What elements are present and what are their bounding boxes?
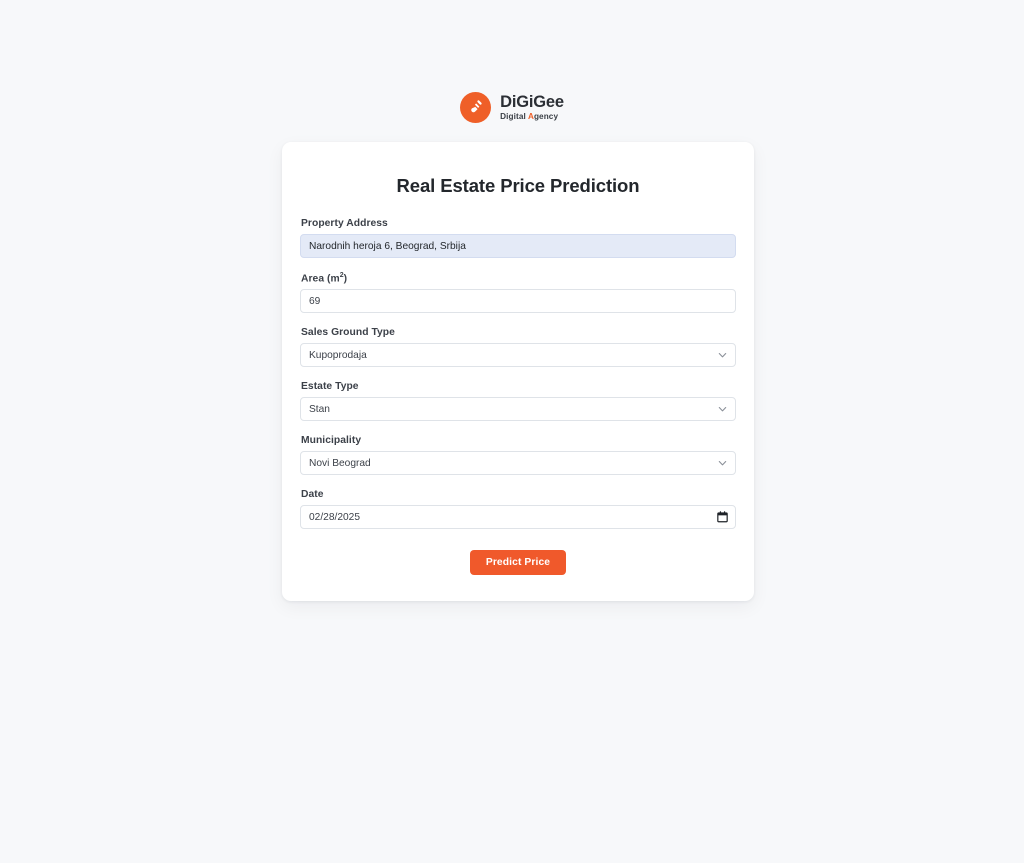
label-sales-ground-type: Sales Ground Type	[301, 327, 395, 339]
field-municipality: Municipality Novi Beograd	[300, 435, 736, 476]
label-date: Date	[301, 489, 324, 501]
calendar-icon[interactable]	[717, 511, 728, 523]
control-property-address	[300, 234, 736, 258]
date-value: 02/28/2025	[309, 511, 360, 523]
field-estate-type: Estate Type Stan	[300, 381, 736, 422]
control-estate-type[interactable]: Stan	[300, 397, 736, 422]
control-date[interactable]: 02/28/2025	[300, 505, 736, 530]
property-address-input[interactable]	[300, 234, 736, 258]
prediction-card: Real Estate Price Prediction Property Ad…	[282, 142, 754, 602]
field-date: Date 02/28/2025	[300, 489, 736, 530]
municipality-select[interactable]: Novi Beograd	[300, 451, 736, 476]
label-area-text: Area (m	[301, 273, 340, 285]
sales-ground-type-value: Kupoprodaja	[309, 349, 367, 361]
shovel-icon	[460, 92, 492, 123]
estate-type-select[interactable]: Stan	[300, 397, 736, 422]
date-input[interactable]: 02/28/2025	[300, 505, 736, 530]
label-area: Area (m2)	[301, 272, 736, 284]
control-area	[300, 289, 736, 314]
brand-tagline-prefix: Digital	[500, 112, 528, 122]
brand-name: DiGiGee	[500, 92, 564, 111]
field-sales-ground-type: Sales Ground Type Kupoprodaja	[300, 327, 736, 368]
label-municipality: Municipality	[301, 435, 362, 447]
submit-row: Predict Price	[300, 550, 736, 576]
brand-tagline-suffix: gency	[533, 112, 559, 122]
field-area: Area (m2)	[300, 272, 736, 314]
control-municipality[interactable]: Novi Beograd	[300, 451, 736, 476]
label-property-address: Property Address	[301, 218, 388, 229]
area-input[interactable]	[300, 289, 736, 314]
control-sales-ground-type[interactable]: Kupoprodaja	[300, 343, 736, 368]
brand-text: DiGiGee Digital Agency	[500, 94, 564, 122]
estate-type-value: Stan	[309, 403, 330, 415]
prediction-form: Property Address Area (m2) Sales Ground …	[300, 218, 736, 576]
label-estate-type: Estate Type	[301, 381, 359, 393]
field-property-address: Property Address	[300, 218, 736, 258]
predict-price-button[interactable]: Predict Price	[469, 550, 567, 576]
page-title: Real Estate Price Prediction	[396, 175, 640, 196]
page-root: DiGiGee Digital Agency Real Estate Price…	[0, 0, 1024, 863]
label-area-suffix: )	[343, 273, 348, 285]
sales-ground-type-select[interactable]: Kupoprodaja	[300, 343, 736, 368]
brand-tagline: Digital Agency	[500, 113, 564, 121]
municipality-value: Novi Beograd	[309, 457, 371, 469]
brand-logo: DiGiGee Digital Agency	[0, 92, 1024, 123]
